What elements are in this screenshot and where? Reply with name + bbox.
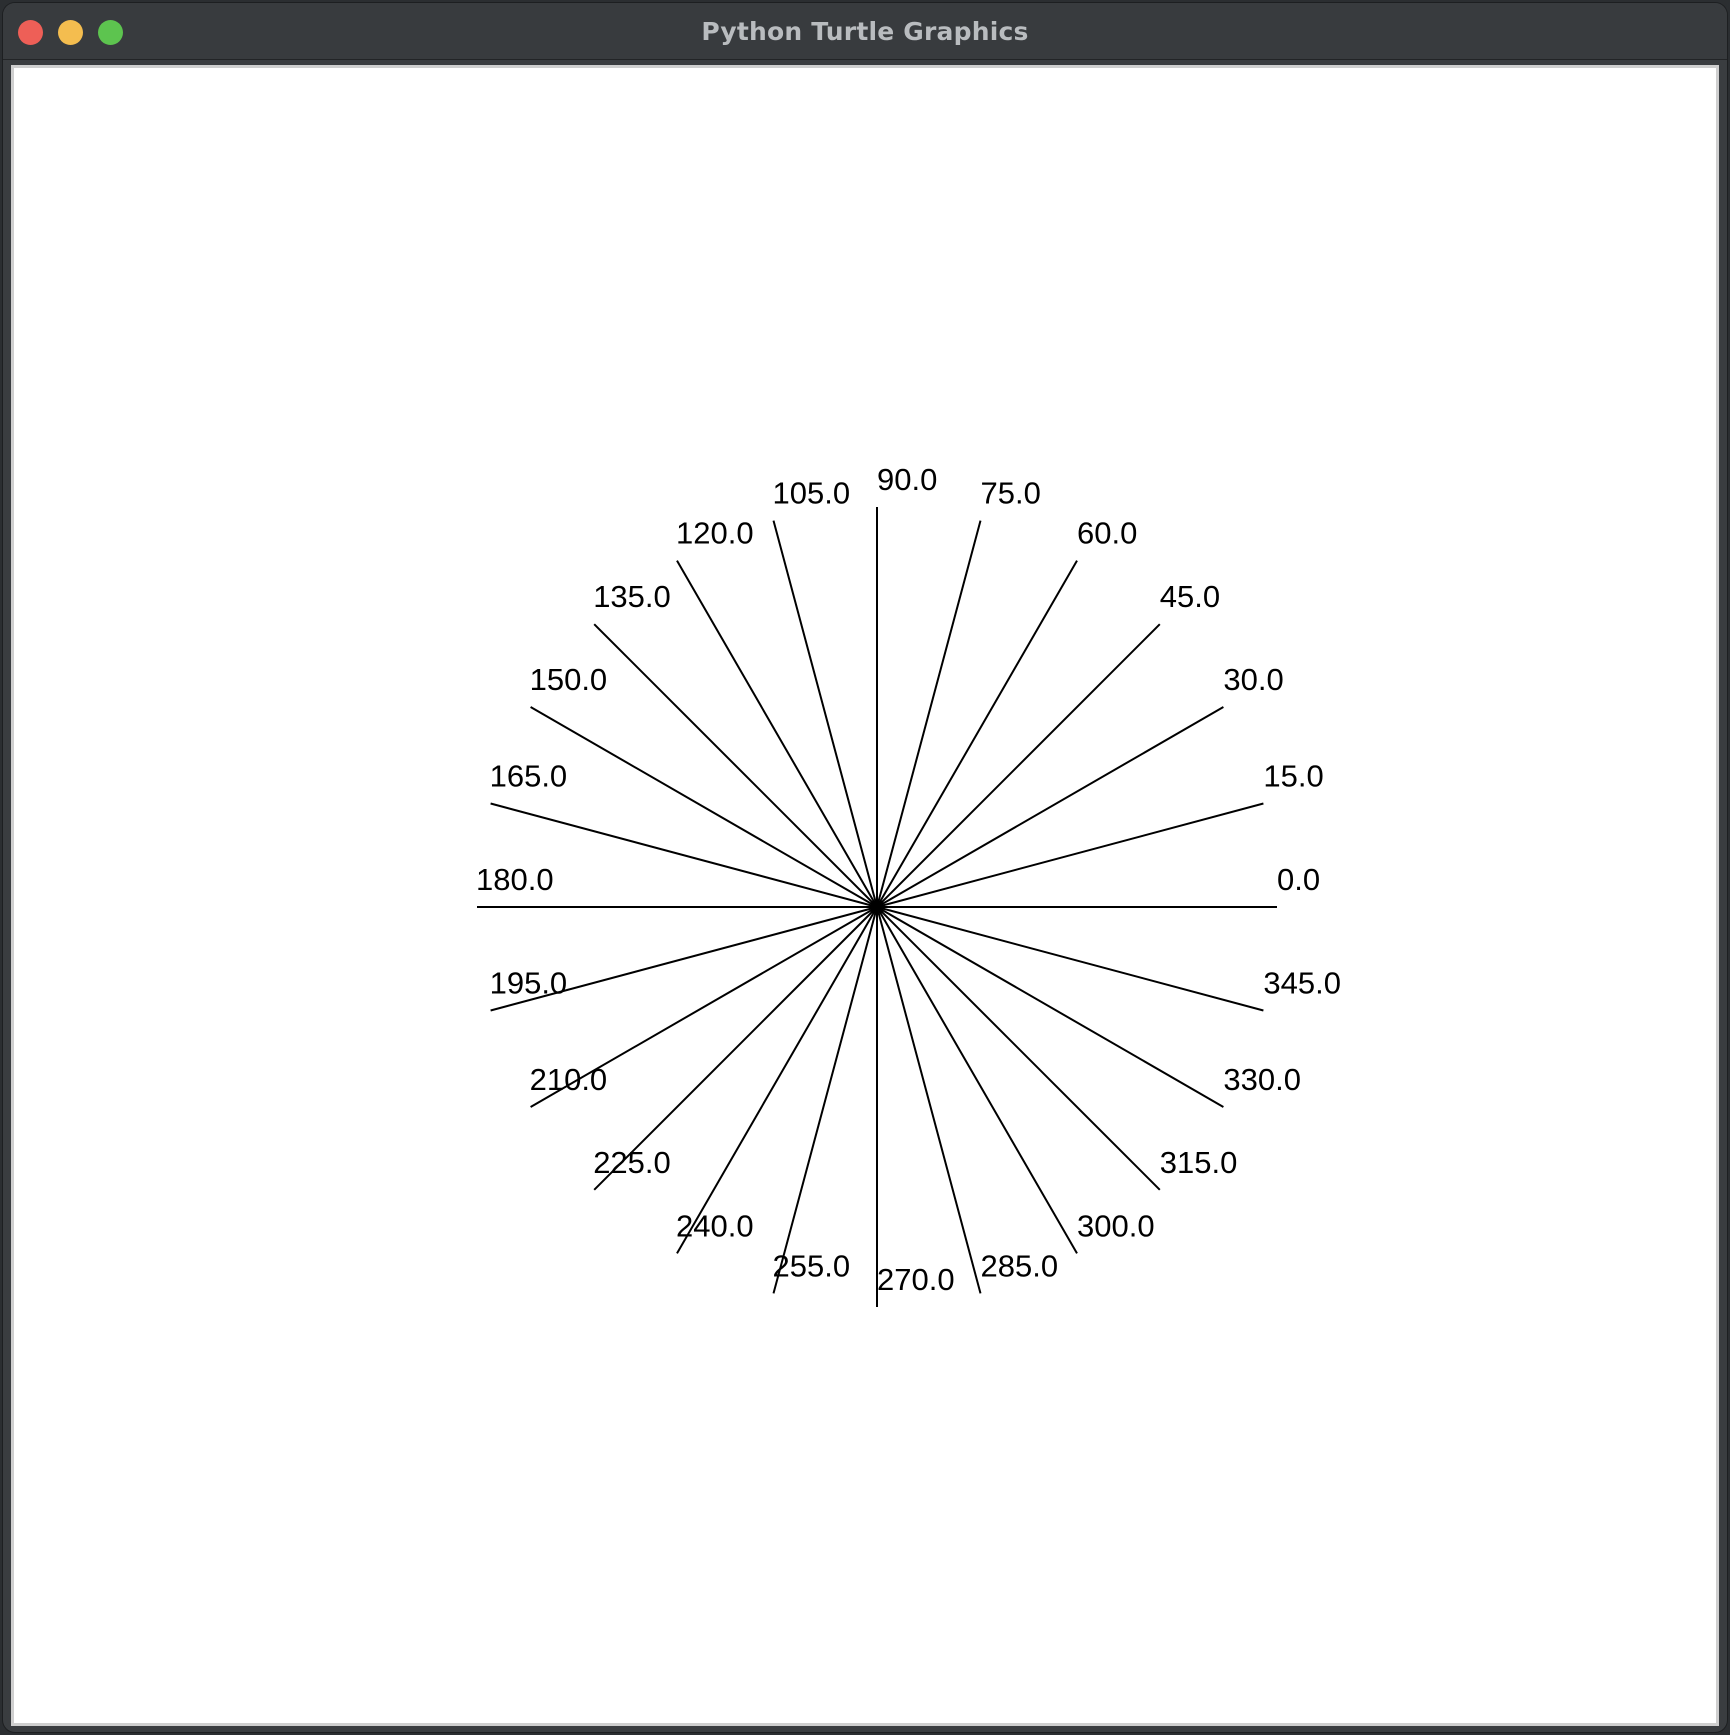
turtle-drawing: 0.0 15.0 30.0 45.0 60.0 75.0 90.0 105.0 120.0135… [476,462,1341,1307]
angle-label-210: 210.0 [530,1062,608,1097]
angle-label-120: 120.0 [676,516,754,551]
window-title: Python Turtle Graphics [701,17,1029,46]
ray-line-45 [876,623,1161,908]
ray-line-150 [530,706,878,908]
angle-label-60: 60.0 [1077,516,1137,551]
ray-line-300 [876,906,1078,1254]
ray-line-120 [676,560,878,908]
angle-label-330: 330.0 [1223,1062,1301,1097]
ray-line-15 [876,802,1264,908]
angle-label-75: 75.0 [981,476,1041,511]
turtle-cursor-icon [870,900,884,914]
ray-line-315 [876,906,1161,1191]
angle-label-0: 0.0 [1277,862,1320,897]
ray-line-30 [876,706,1224,908]
ray-line-285 [876,906,982,1294]
ray-line-330 [876,906,1224,1108]
ray-line-240 [676,906,878,1254]
angle-label-270: 270.0 [877,1262,955,1297]
angle-label-150: 150.0 [530,662,608,697]
angle-label-45: 45.0 [1160,579,1220,614]
angle-label-315: 315.0 [1160,1145,1238,1180]
angle-label-30: 30.0 [1223,662,1283,697]
angle-label-15: 15.0 [1263,759,1323,794]
ray-line-60 [876,560,1078,908]
angle-label-255: 255.0 [773,1248,851,1283]
turtle-canvas-area[interactable]: 0.0 15.0 30.0 45.0 60.0 75.0 90.0 105.0 120.0 135… [11,65,1719,1726]
ray-line-135 [593,623,878,908]
title-bar[interactable]: Python Turtle Graphics [3,3,1727,60]
angle-label-195: 195.0 [490,966,568,1001]
ray-line-255 [772,906,878,1294]
angle-label-165: 165.0 [490,759,568,794]
angle-label-285: 285.0 [981,1248,1059,1283]
angle-label-105: 105.0 [773,476,851,511]
angle-label-180: 180.0 [476,862,554,897]
angle-label-225: 225.0 [593,1145,671,1180]
angle-label-135: 135.0 [593,579,671,614]
ray-line-345 [876,906,1264,1012]
turtle-window: Python Turtle Graphics 0.0 15.0 30.0 45.0 60… [3,3,1727,1732]
angle-label-345: 345.0 [1263,966,1341,1001]
angle-label-240: 240.0 [676,1208,754,1243]
ray-line-105 [772,520,878,908]
ray-line-75 [876,520,982,908]
angle-label-300: 300.0 [1077,1208,1155,1243]
angle-label-90: 90.0 [877,462,937,497]
